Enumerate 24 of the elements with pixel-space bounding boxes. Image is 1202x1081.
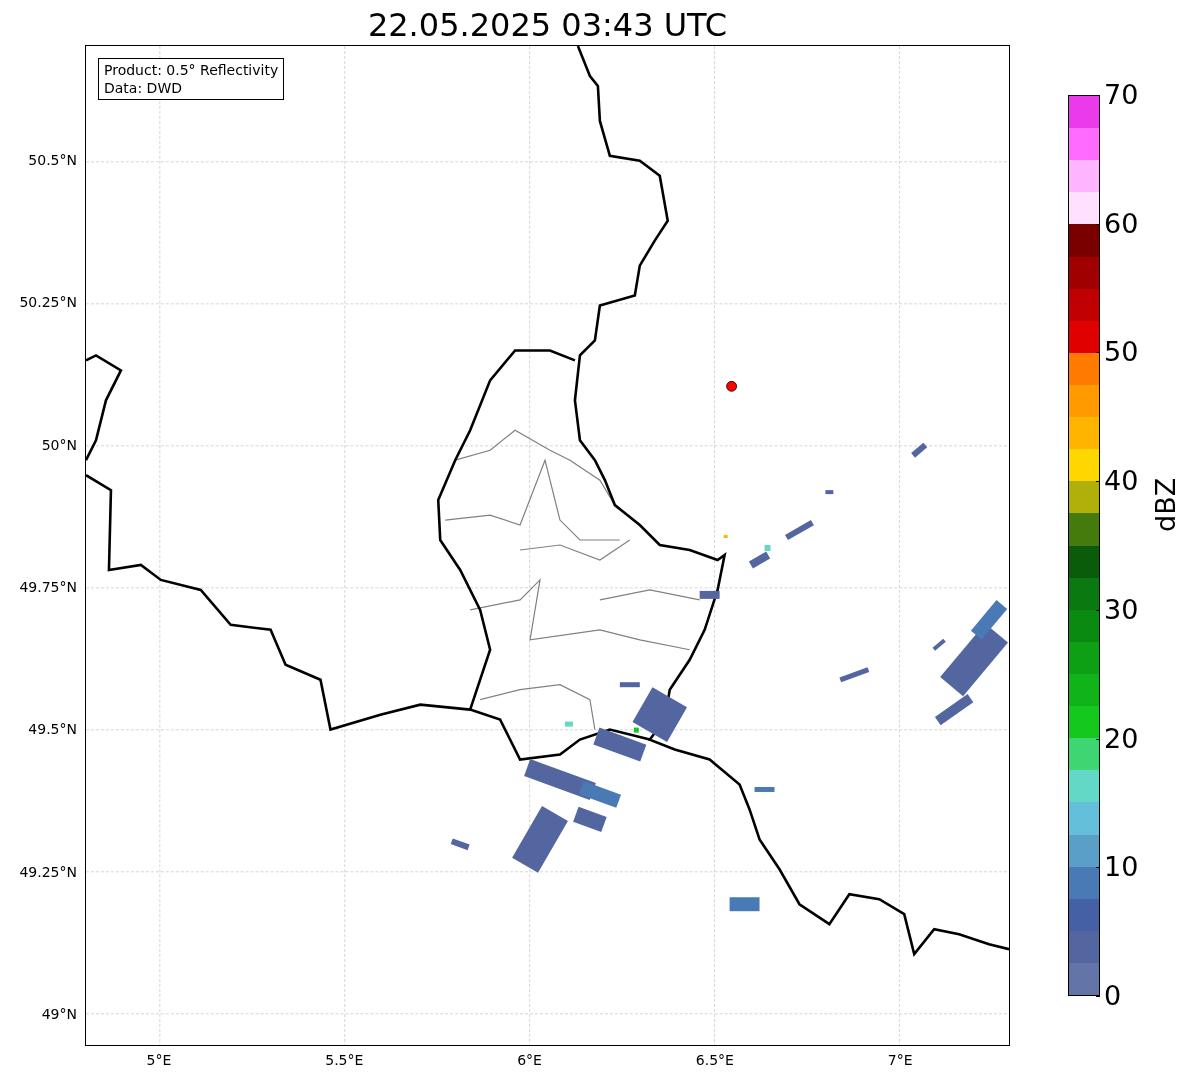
longitude-label: 5.5°E bbox=[325, 1052, 364, 1068]
latitude-label: 50.5°N bbox=[28, 152, 77, 168]
longitude-label: 6°E bbox=[517, 1052, 542, 1068]
colorbar-tick-label: 70 bbox=[1104, 80, 1139, 110]
info-text: Product: 0.5° Reflectivity bbox=[104, 61, 279, 79]
longitude-label: 7°E bbox=[887, 1052, 913, 1068]
longitude-label: 5°E bbox=[146, 1052, 172, 1068]
latitude-label: 50°N bbox=[41, 436, 77, 453]
longitude-label: 6.5°E bbox=[695, 1052, 734, 1068]
latitude-label: 49°N bbox=[41, 1005, 77, 1022]
colorbar-tick-label: 50 bbox=[1104, 337, 1139, 368]
colorbar-tick-label: 0 bbox=[1104, 981, 1122, 1011]
colorbar-tick-label: 30 bbox=[1104, 594, 1139, 625]
latitude-label: 49.75°N bbox=[19, 578, 77, 595]
colorbar-tick-label: 40 bbox=[1104, 466, 1139, 497]
latitude-label: 49.25°N bbox=[19, 863, 77, 880]
chart-title: 22.05.2025 03:43 UTC bbox=[367, 5, 728, 45]
colorbar-tick-label: 20 bbox=[1104, 723, 1139, 754]
latitude-label: 49.5°N bbox=[28, 721, 77, 738]
colorbar-tick-label: 60 bbox=[1104, 208, 1139, 239]
colorbar-label: dBZ bbox=[1150, 477, 1181, 532]
info-text: Data: DWD bbox=[104, 79, 183, 97]
latitude-label: 50.25°N bbox=[19, 294, 77, 311]
colorbar-tick-label: 10 bbox=[1104, 852, 1139, 883]
